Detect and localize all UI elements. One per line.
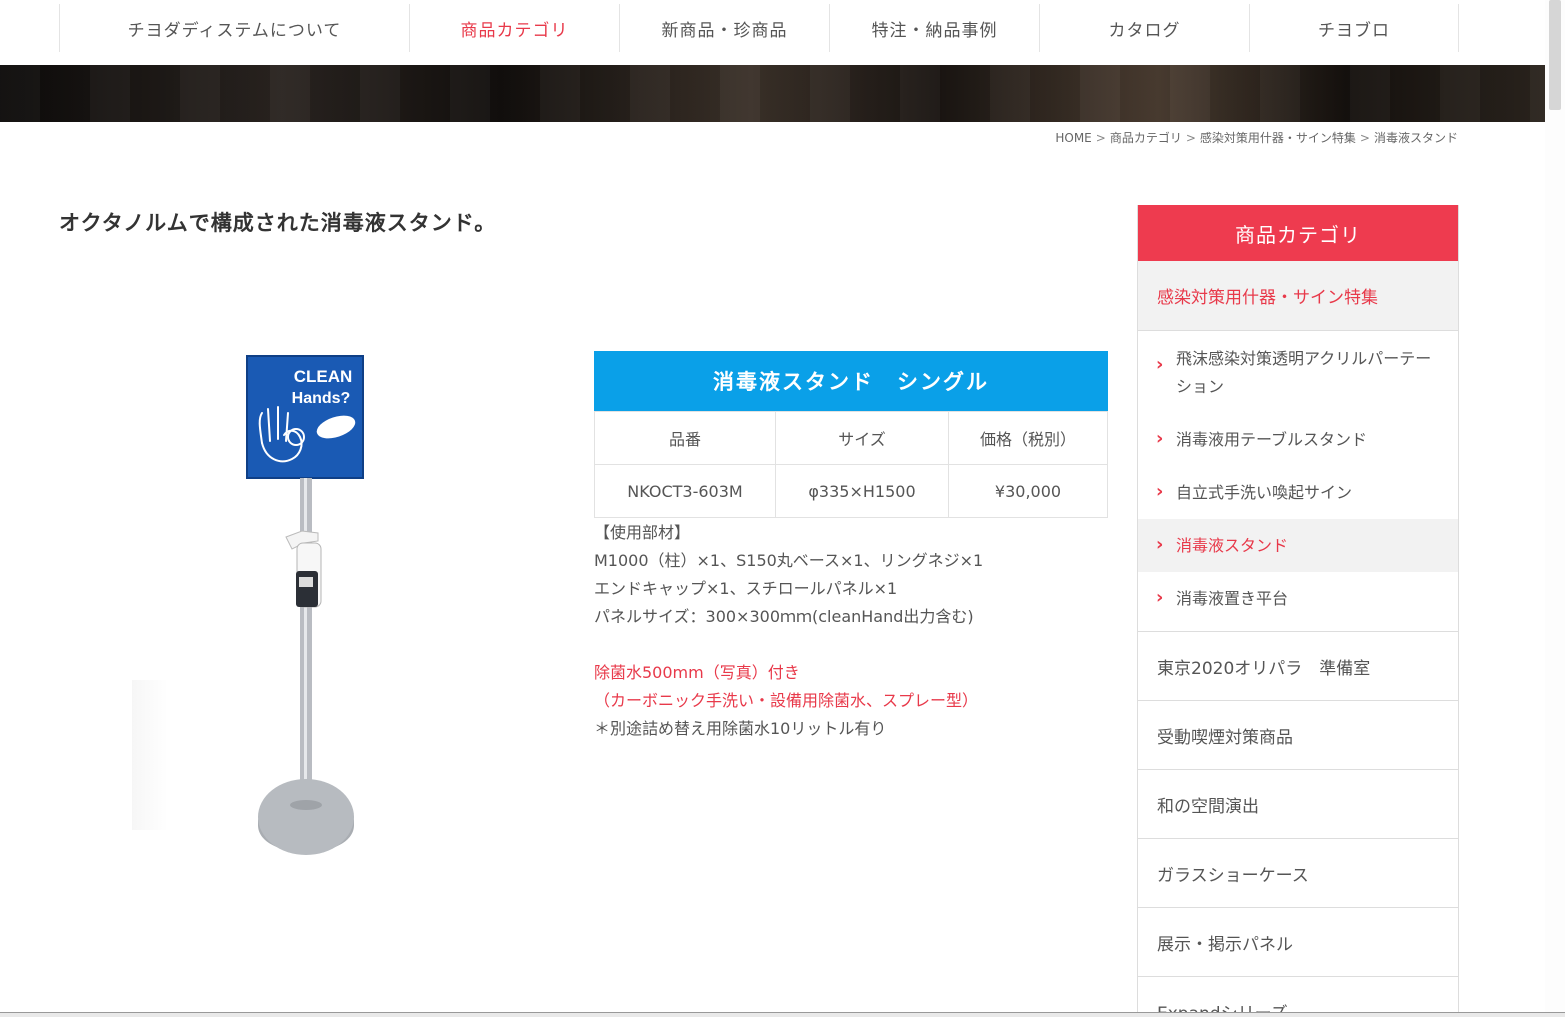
desc-line: 【使用部材】 [594, 523, 691, 542]
spec-table: 消毒液スタンド シングル 品番 サイズ 価格（税別） NKOCT3-603M φ… [594, 351, 1108, 518]
desc-note: ＊別途詰め替え用除菌水10リットル有り [594, 719, 887, 738]
nav-item-product-category[interactable]: 商品カテゴリ [409, 4, 619, 52]
sidebar-category-item[interactable]: Expandシリーズ [1138, 977, 1458, 1017]
header-banner [0, 65, 1565, 122]
breadcrumb: HOME > 商品カテゴリ > 感染対策用什器・サイン特集 > 消毒液スタンド [1055, 129, 1458, 146]
chevron-right-icon: › [1156, 428, 1164, 449]
nav-item-about[interactable]: チヨダディステムについて [59, 4, 409, 52]
vertical-scrollbar[interactable] [1545, 0, 1565, 1017]
nav-item-blog[interactable]: チヨブロ [1249, 4, 1458, 52]
scrollbar-thumb[interactable] [1549, 0, 1561, 110]
cell-price: ¥30,000 [948, 464, 1108, 518]
sidebar-sub-label: 自立式手洗い喚起サイン [1176, 482, 1353, 502]
horizontal-scrollbar[interactable] [0, 1012, 1565, 1017]
spec-grid: 品番 サイズ 価格（税別） NKOCT3-603M φ335×H1500 ¥30… [594, 411, 1108, 518]
sidebar-category-item[interactable]: 東京2020オリパラ 準備室 [1138, 632, 1458, 701]
breadcrumb-separator: > [1185, 131, 1196, 145]
header-size: サイズ [775, 411, 949, 465]
sidebar-category-item[interactable]: 和の空間演出 [1138, 770, 1458, 839]
page-lead-text: オクタノルムで構成された消毒液スタンド。 [59, 211, 497, 235]
desc-red-line: 除菌水500mm（写真）付き [594, 663, 800, 682]
cell-product-code: NKOCT3-603M [594, 464, 776, 518]
breadcrumb-infection-control[interactable]: 感染対策用什器・サイン特集 [1200, 129, 1356, 146]
nav-item-new-products[interactable]: 新商品・珍商品 [619, 4, 829, 52]
table-header-row: 品番 サイズ 価格（税別） [594, 411, 1108, 465]
sidebar-sub-label: 飛沫感染対策透明アクリルパーテーション [1176, 349, 1432, 396]
table-row: NKOCT3-603M φ335×H1500 ¥30,000 [594, 464, 1108, 518]
nav-item-catalog[interactable]: カタログ [1039, 4, 1249, 52]
desc-red-line: （カーボニック手洗い・設備用除菌水、スプレー型） [594, 691, 979, 710]
sidebar: 商品カテゴリ 感染対策用什器・サイン特集 › 飛沫感染対策透明アクリルパーテーシ… [1137, 205, 1459, 1017]
breadcrumb-product-category[interactable]: 商品カテゴリ [1110, 129, 1182, 146]
header-product-code: 品番 [594, 411, 776, 465]
chevron-right-icon: › [1156, 534, 1164, 555]
product-description: 【使用部材】 M1000（柱）×1、S150丸ベース×1、リングネジ×1 エンド… [594, 519, 983, 743]
sidebar-sub-label: 消毒液スタンド [1176, 535, 1289, 555]
desc-line: エンドキャップ×1、スチロールパネル×1 [594, 579, 898, 598]
breadcrumb-current: 消毒液スタンド [1373, 131, 1458, 145]
sidebar-sub-list: › 飛沫感染対策透明アクリルパーテーション › 消毒液用テーブルスタンド › 自… [1138, 331, 1458, 632]
sidebar-sub-item-selected[interactable]: › 消毒液スタンド [1138, 519, 1458, 572]
sign-text-clean: CLEAN [294, 367, 353, 386]
sidebar-category-item[interactable]: 展示・掲示パネル [1138, 908, 1458, 977]
header-price: 価格（税別） [948, 411, 1108, 465]
spec-title: 消毒液スタンド シングル [594, 351, 1108, 411]
nav-item-custom-orders[interactable]: 特注・納品事例 [829, 4, 1039, 52]
desc-line: M1000（柱）×1、S150丸ベース×1、リングネジ×1 [594, 551, 984, 570]
sidebar-sub-label: 消毒液置き平台 [1176, 588, 1289, 608]
chevron-right-icon: › [1156, 587, 1164, 608]
cell-size: φ335×H1500 [775, 464, 949, 518]
sidebar-sub-item[interactable]: › 飛沫感染対策透明アクリルパーテーション [1138, 339, 1458, 413]
sidebar-sub-item[interactable]: › 消毒液用テーブルスタンド [1138, 413, 1458, 466]
nav-divider [1458, 4, 1459, 52]
desc-blank-line [594, 631, 983, 659]
sidebar-sub-label: 消毒液用テーブルスタンド [1176, 429, 1368, 449]
sidebar-current-category[interactable]: 感染対策用什器・サイン特集 [1138, 261, 1458, 331]
product-image: CLEAN Hands? [200, 325, 428, 877]
sidebar-heading: 商品カテゴリ [1138, 205, 1458, 261]
sidebar-sub-item[interactable]: › 消毒液置き平台 [1138, 572, 1458, 625]
sign-text-hands: Hands? [292, 390, 351, 407]
image-shadow [132, 680, 168, 830]
desc-line: パネルサイズ：300×300ｍｍ(cleanHand出力含む) [594, 607, 974, 626]
sidebar-category-item[interactable]: ガラスショーケース [1138, 839, 1458, 908]
chevron-right-icon: › [1156, 481, 1164, 502]
sidebar-sub-item[interactable]: › 自立式手洗い喚起サイン [1138, 466, 1458, 519]
sidebar-category-item[interactable]: 受動喫煙対策商品 [1138, 701, 1458, 770]
chevron-right-icon: › [1156, 354, 1164, 375]
breadcrumb-separator: > [1359, 131, 1370, 145]
breadcrumb-separator: > [1095, 131, 1106, 145]
top-nav: チヨダディステムについて 商品カテゴリ 新商品・珍商品 特注・納品事例 カタログ… [0, 0, 1565, 65]
breadcrumb-home[interactable]: HOME [1055, 131, 1091, 145]
